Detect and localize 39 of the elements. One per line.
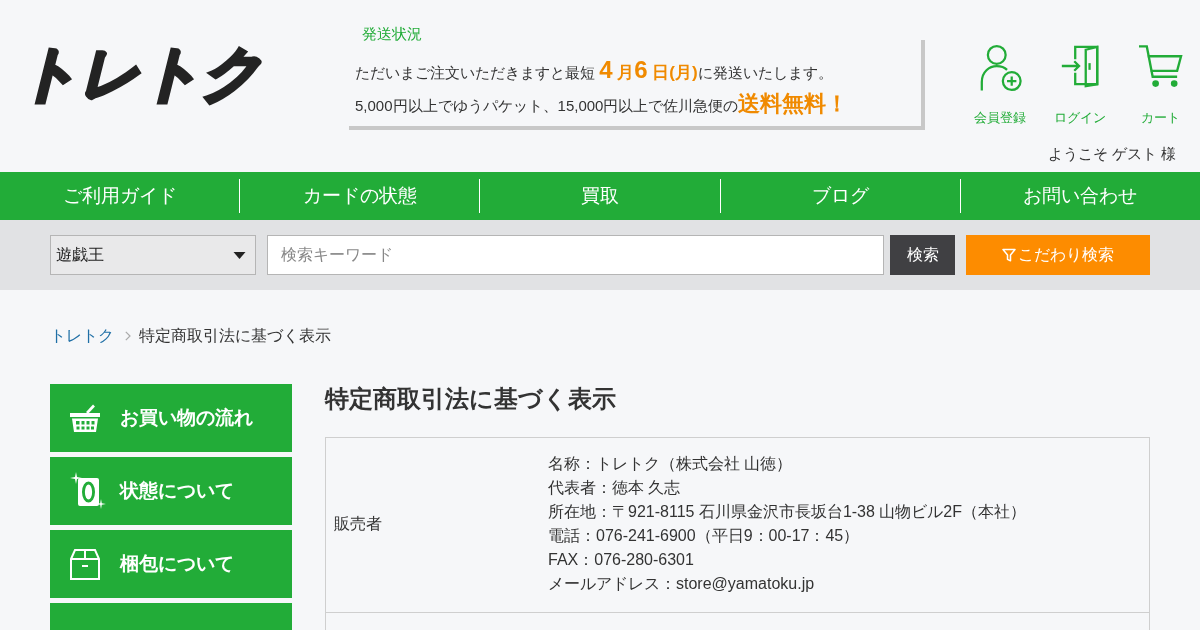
- sidebar-item[interactable]: 状態について: [50, 457, 292, 525]
- category-select[interactable]: 遊戯王: [50, 235, 256, 275]
- nav-link[interactable]: 買取: [479, 179, 720, 213]
- nav-link[interactable]: ご利用ガイド: [0, 179, 240, 213]
- filter-icon: [1002, 248, 1016, 262]
- caret-icon: [233, 251, 246, 259]
- user-plus-icon: [978, 44, 1022, 92]
- search-button[interactable]: 検索: [890, 235, 955, 275]
- sidebar-item[interactable]: お買い物の流れ: [50, 384, 292, 452]
- nav-link[interactable]: カードの状態: [239, 179, 480, 213]
- detail-line: 代表者：徳本 久志: [548, 478, 681, 498]
- nav-link[interactable]: ブログ: [719, 179, 960, 213]
- search-field[interactable]: 検索キーワード: [267, 235, 884, 275]
- breadcrumb-current: 特定商取引法に基づく表示: [139, 326, 331, 346]
- cart-link[interactable]: カート: [1120, 44, 1200, 127]
- door-arrow-icon: [1060, 44, 1100, 88]
- detail-line: 電話：076-241-6900（平日9：00-17：45）: [548, 526, 860, 546]
- shipping-date-text: ただいまご注文いただきますと最短 4 月 6 日(月)に発送いたします。: [355, 55, 833, 85]
- cart-icon: [1137, 44, 1183, 88]
- breadcrumb-link[interactable]: トレトク: [50, 324, 114, 348]
- sidebar-item[interactable]: 梱包について: [50, 530, 292, 598]
- page-title: 特定商取引法に基づく表示: [325, 384, 616, 414]
- welcome-text: ようこそ ゲスト 様: [1047, 145, 1176, 162]
- detail-line: FAX：076-280-6301: [548, 550, 694, 570]
- register-link[interactable]: 会員登録: [960, 44, 1040, 127]
- shipping-status-title: 発送状況: [362, 25, 422, 42]
- sidebar-tile[interactable]: [50, 603, 292, 630]
- detail-line: メールアドレス：store@yamatoku.jp: [548, 574, 815, 594]
- site-logo[interactable]: トレトク: [12, 40, 278, 108]
- nav-link[interactable]: お問い合わせ: [959, 179, 1200, 213]
- detail-line: 名称：トレトク（株式会社 山徳）: [548, 454, 793, 474]
- login-link[interactable]: ログイン: [1040, 44, 1120, 127]
- free-shipping-text: 5,000円以上でゆうパケット、15,000円以上で佐川急便の送料無料！: [355, 90, 849, 118]
- filter-search-button[interactable]: こだわり検索: [966, 235, 1150, 275]
- box-icon: [70, 548, 100, 580]
- row-label: 販売者: [334, 515, 382, 532]
- chevron-icon: [125, 331, 131, 341]
- detail-line: 所在地：〒921-8115 石川県金沢市長坂台1-38 山物ビル2F（本社）: [548, 502, 1026, 522]
- basket-icon: [70, 404, 100, 432]
